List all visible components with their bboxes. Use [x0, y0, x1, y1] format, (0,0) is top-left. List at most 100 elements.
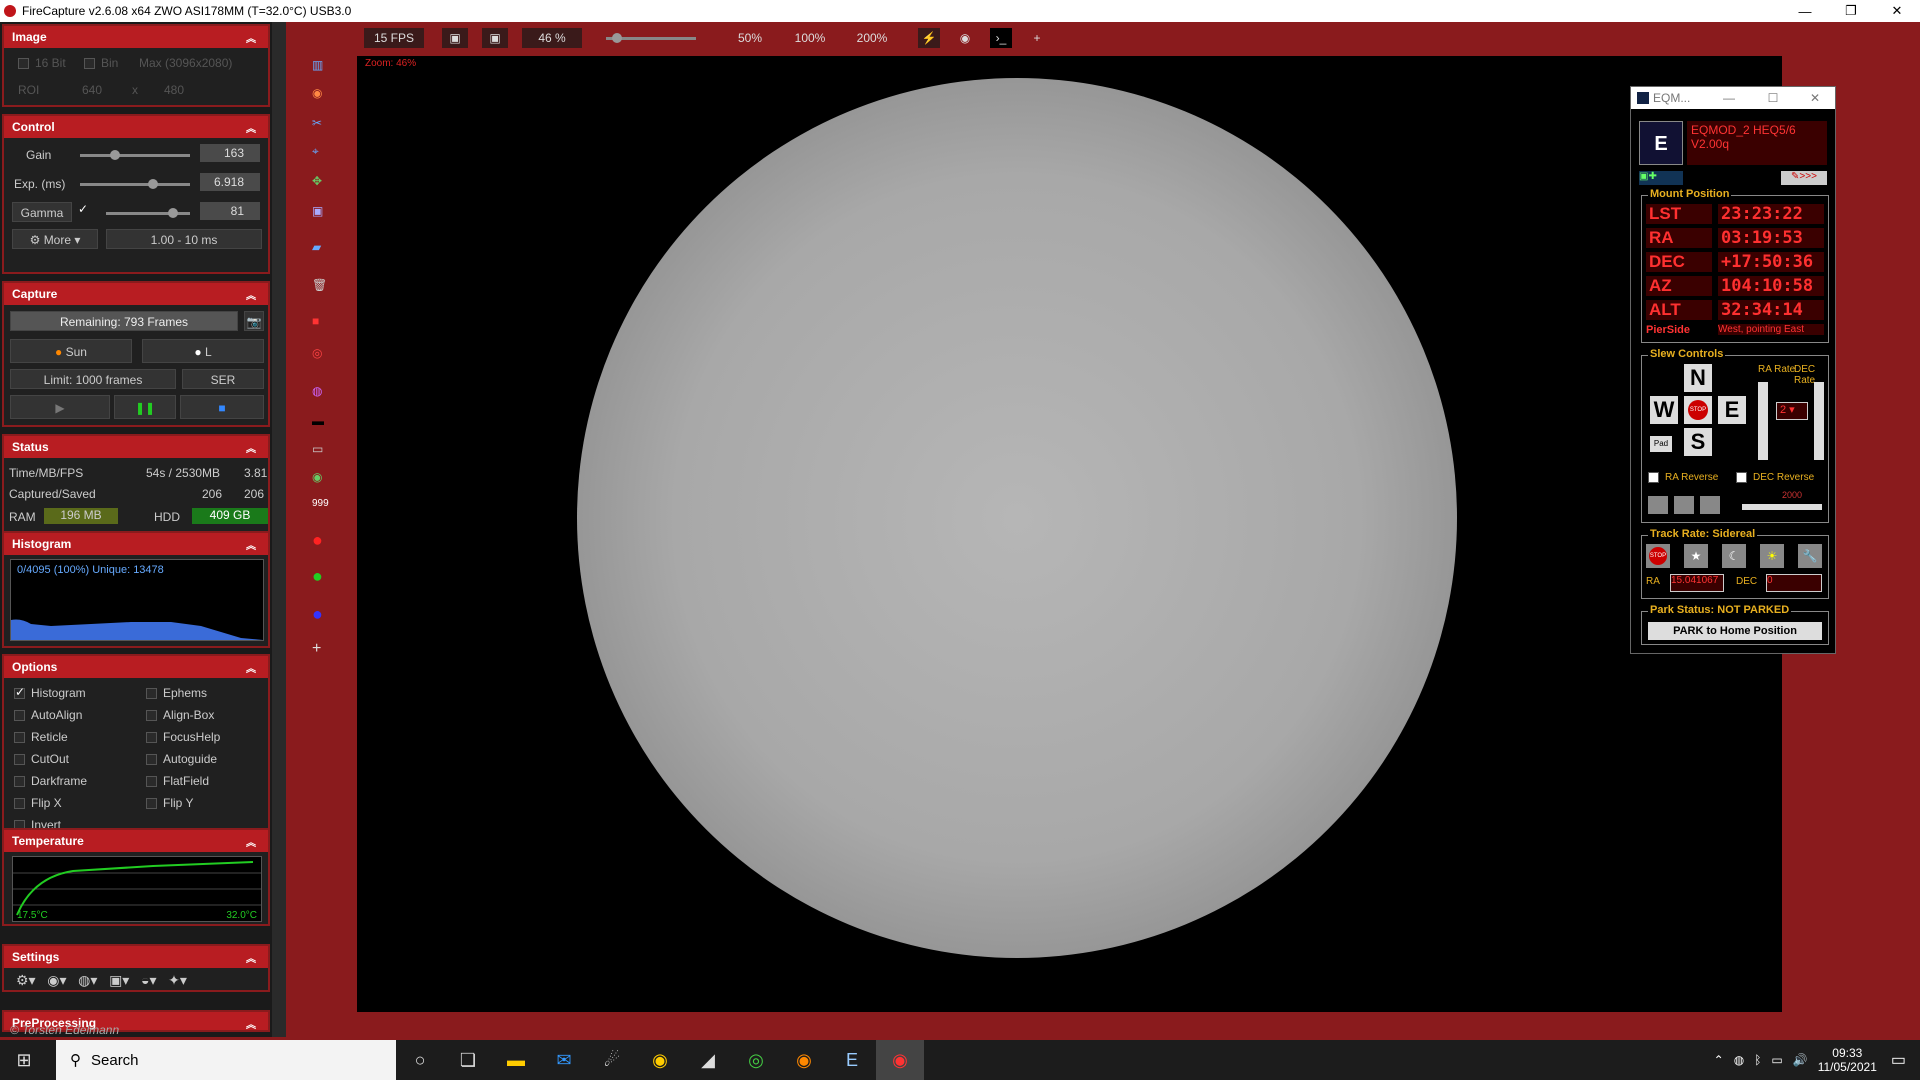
ra-reverse-checkbox[interactable]: RA Reverse [1648, 472, 1718, 483]
reticle-tool-icon[interactable]: ◉ [312, 86, 328, 102]
trash-icon[interactable]: 🗑 [312, 278, 328, 294]
red-channel-icon[interactable]: ● [312, 530, 328, 550]
record-indicator-icon[interactable]: ■ [312, 314, 328, 330]
option-align-box[interactable]: Align-Box [146, 708, 214, 722]
option-histogram[interactable]: Histogram [14, 685, 86, 700]
status-panel-header[interactable]: Status ︽ [4, 436, 268, 458]
eqmod-close-button[interactable]: ✕ [1795, 91, 1835, 105]
taskbar-search[interactable]: ⚲ Search [56, 1040, 396, 1080]
slew-east-button[interactable]: E [1718, 396, 1746, 424]
zoom-slider[interactable] [606, 33, 696, 43]
counter-tool-icon[interactable]: 999 [312, 498, 329, 514]
bluetooth-icon[interactable]: ᛒ [1754, 1053, 1761, 1067]
track-dec-input[interactable]: 0 [1766, 574, 1822, 592]
option-reticle[interactable]: Reticle [14, 730, 68, 744]
terminal-icon[interactable]: ›_ [990, 28, 1012, 48]
collapse-chevron-icon[interactable]: ︽ [246, 834, 256, 849]
option-darkframe[interactable]: Darkframe [14, 774, 87, 788]
collapse-chevron-icon[interactable]: ︽ [246, 537, 256, 552]
image-viewer[interactable]: Zoom: 46% [357, 56, 1782, 1012]
gamma-button[interactable]: Gamma [12, 202, 72, 222]
align-tool-icon[interactable]: ⌖ [312, 144, 328, 160]
eqmod-maximize-button[interactable]: ☐ [1751, 91, 1795, 105]
track-ra-input[interactable]: 15.041067 [1670, 574, 1724, 592]
flatfield-tool-icon[interactable]: ▭ [312, 442, 328, 458]
tray-app-icon[interactable]: ◍ [1734, 1053, 1744, 1067]
dec-reverse-checkbox[interactable]: DEC Reverse [1736, 472, 1814, 483]
tray-chevron-icon[interactable]: ⌃ [1714, 1053, 1724, 1067]
gain-slider[interactable] [80, 150, 190, 160]
histogram-tool-icon[interactable]: ▥ [312, 58, 328, 74]
save-tool-icon[interactable]: ▣ [312, 204, 328, 220]
fullscreen-icon[interactable]: ▣ [442, 28, 468, 48]
zoom-display[interactable]: 46 % [522, 28, 582, 48]
filter-l-button[interactable]: ● L [142, 339, 264, 363]
ra-rate-slider[interactable] [1758, 382, 1768, 460]
cortana-icon[interactable]: ○ [396, 1040, 444, 1080]
format-button[interactable]: SER [182, 369, 264, 389]
temperature-panel-header[interactable]: Temperature ︽ [4, 830, 268, 852]
pause-capture-button[interactable]: ❚❚ [114, 395, 176, 419]
gamma-slider[interactable] [106, 208, 190, 218]
zoom-50-button[interactable]: 50% [728, 28, 772, 48]
green-channel-icon[interactable]: ● [312, 566, 328, 586]
collapse-chevron-icon[interactable]: ︽ [246, 440, 256, 455]
track-stop-button[interactable]: STOP [1646, 544, 1670, 568]
clock[interactable]: 09:33 11/05/2021 [1818, 1046, 1877, 1074]
left-panel-scrollbar[interactable] [272, 22, 286, 1037]
stop-capture-button[interactable]: ■ [180, 395, 264, 419]
window-icon[interactable]: ▣ [482, 28, 508, 48]
add-button[interactable]: + [1026, 28, 1048, 48]
add-tool-icon[interactable]: + [312, 640, 328, 657]
option-autoguide[interactable]: Autoguide [146, 752, 217, 766]
options-panel-header[interactable]: Options ︽ [4, 656, 268, 678]
park-home-button[interactable]: PARK to Home Position [1648, 622, 1822, 640]
blue-channel-icon[interactable]: ● [312, 604, 328, 624]
option-flipx[interactable]: Flip X [14, 796, 62, 810]
network-icon[interactable]: ▭ [1771, 1053, 1782, 1067]
collapse-chevron-icon[interactable]: ︽ [246, 660, 256, 675]
darkframe-tool-icon[interactable]: ▬ [312, 414, 328, 430]
custom-rate-wrench-icon[interactable]: 🔧 [1798, 544, 1822, 568]
spiral-icon[interactable] [1700, 496, 1720, 514]
close-button[interactable]: ✕ [1874, 3, 1920, 19]
firecapture-taskbar-icon[interactable]: ◉ [876, 1040, 924, 1080]
option-autoalign[interactable]: AutoAlign [14, 708, 82, 722]
eqmod-expand-button[interactable]: ✎>>> [1781, 171, 1827, 185]
sharpcap-icon[interactable]: ◉ [636, 1040, 684, 1080]
collapse-chevron-icon[interactable]: ︽ [246, 287, 256, 302]
zoom-100-button[interactable]: 100% [786, 28, 834, 48]
option-cutout[interactable]: CutOut [14, 752, 69, 766]
exposure-slider[interactable] [80, 179, 190, 189]
slew-north-button[interactable]: N [1684, 364, 1712, 392]
gamma-checkbox[interactable]: ✓ [78, 202, 88, 216]
option-ephems[interactable]: Ephems [146, 686, 207, 700]
settings-icons-row[interactable]: ⚙▾ ◉▾ ◍▾ ▣▾ ◒▾ ✦▾ [16, 972, 187, 989]
task-view-icon[interactable]: ❏ [444, 1040, 492, 1080]
histogram-panel-header[interactable]: Histogram ︽ [4, 533, 268, 555]
chrome-icon[interactable]: ◎ [732, 1040, 780, 1080]
rate-select[interactable]: 2 ▾ [1776, 402, 1808, 420]
gain-spinner[interactable]: 163 [200, 144, 260, 162]
limit-button[interactable]: Limit: 1000 frames [10, 369, 176, 389]
dec-rate-slider[interactable] [1814, 382, 1824, 460]
more-button[interactable]: ⚙ More ▾ [12, 229, 98, 249]
sun-tool-icon[interactable]: ◎ [312, 346, 328, 362]
option-flatfield[interactable]: FlatField [146, 774, 209, 788]
color-tool-icon[interactable]: ◍ [312, 384, 328, 400]
slew-stop-button[interactable]: STOP [1684, 396, 1712, 424]
autoexposure-icon[interactable]: ⚡ [918, 28, 940, 48]
stellarium-icon[interactable]: ◢ [684, 1040, 732, 1080]
minimize-button[interactable]: — [1782, 4, 1828, 19]
notification-icon[interactable]: ▭ [1891, 1050, 1906, 1070]
option-flipy[interactable]: Flip Y [146, 796, 193, 810]
slew-south-button[interactable]: S [1684, 428, 1712, 456]
collapse-chevron-icon[interactable]: ︽ [246, 120, 256, 135]
exposure-spinner[interactable]: 6.918 [200, 173, 260, 191]
volume-icon[interactable]: 🔊 [1793, 1053, 1808, 1067]
slew-west-button[interactable]: W [1650, 396, 1678, 424]
start-capture-button[interactable]: ▶ [10, 395, 110, 419]
folder-icon[interactable]: ▰ [312, 240, 328, 256]
control-panel-header[interactable]: Control ︽ [4, 116, 268, 138]
solar-sun-icon[interactable]: ☀ [1760, 544, 1784, 568]
